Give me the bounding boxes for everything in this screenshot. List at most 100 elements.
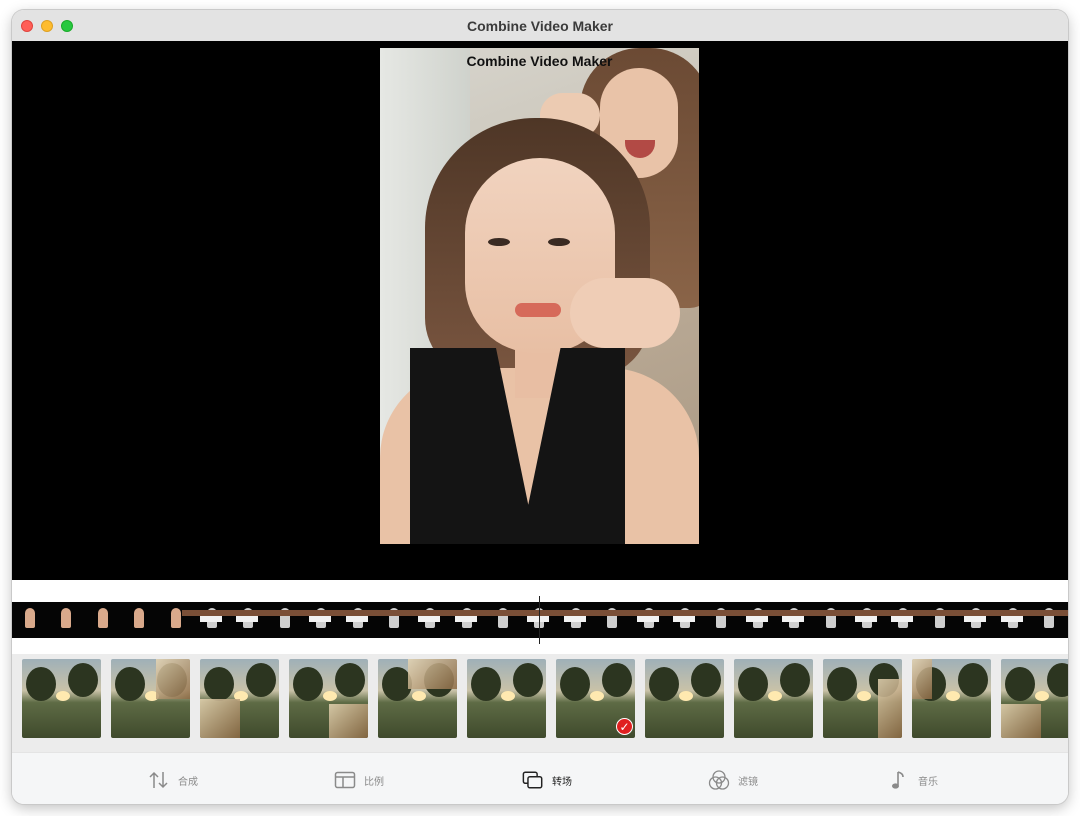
thumbnail-sun bbox=[56, 691, 70, 701]
thumbnail-tree bbox=[293, 667, 323, 701]
thumbnail-sun bbox=[501, 691, 515, 701]
thumbnail-tree bbox=[602, 663, 632, 697]
aspect-ratio-icon bbox=[334, 769, 356, 791]
filmstrip-frame bbox=[485, 602, 521, 638]
filmstrip-frame bbox=[449, 602, 485, 638]
tab-filter[interactable]: 滤镜 bbox=[708, 769, 758, 791]
thumbnail-tree bbox=[246, 663, 276, 697]
transition-thumbnail[interactable] bbox=[734, 659, 813, 738]
preview-video-frame[interactable]: Combine Video Maker bbox=[380, 48, 699, 544]
thumbnail-tree bbox=[115, 667, 145, 701]
thumbnail-tree bbox=[691, 663, 721, 697]
transition-thumbnail[interactable] bbox=[1001, 659, 1068, 738]
frame-figure bbox=[25, 608, 35, 628]
filmstrip-frame bbox=[412, 602, 448, 638]
left-eye bbox=[488, 238, 510, 246]
frame-caption bbox=[236, 616, 259, 622]
transition-thumbnail[interactable] bbox=[467, 659, 546, 738]
transition-effect-overlay bbox=[329, 704, 368, 738]
filmstrip-frame bbox=[922, 602, 958, 638]
main-person-hand bbox=[570, 278, 680, 348]
tab-combine[interactable]: 合成 bbox=[148, 769, 198, 791]
frame-caption bbox=[199, 616, 222, 622]
tab-ratio[interactable]: 比例 bbox=[334, 769, 384, 791]
tab-music-label: 音乐 bbox=[918, 776, 938, 788]
filmstrip-frame bbox=[740, 602, 776, 638]
thumbnail-sun bbox=[946, 691, 960, 701]
thumbnail-tree bbox=[471, 667, 501, 701]
filmstrip-frame bbox=[12, 602, 48, 638]
transition-thumbnail[interactable]: ✓ bbox=[556, 659, 635, 738]
filmstrip-frame bbox=[340, 602, 376, 638]
filmstrip-frame bbox=[85, 602, 121, 638]
transition-thumbnail[interactable] bbox=[111, 659, 190, 738]
thumbnail-sun bbox=[412, 691, 426, 701]
transition-thumbnail[interactable] bbox=[200, 659, 279, 738]
transition-thumbnail[interactable] bbox=[378, 659, 457, 738]
filmstrip-frame bbox=[631, 602, 667, 638]
thumbnail-tree bbox=[204, 667, 234, 701]
filmstrip-frame bbox=[121, 602, 157, 638]
frame-caption bbox=[673, 616, 696, 622]
transition-thumbnail[interactable] bbox=[22, 659, 101, 738]
frame-caption bbox=[854, 616, 877, 622]
filmstrip-frame bbox=[376, 602, 412, 638]
transition-icon bbox=[522, 769, 544, 791]
timeline-audio-band bbox=[182, 610, 1068, 616]
timeline-playhead[interactable] bbox=[539, 596, 540, 644]
filmstrip-frame bbox=[230, 602, 266, 638]
selected-check-icon: ✓ bbox=[616, 718, 633, 735]
title-bar: Combine Video Maker bbox=[12, 10, 1068, 42]
video-preview[interactable]: Combine Video Maker bbox=[12, 41, 1068, 580]
filmstrip-frame bbox=[1031, 602, 1067, 638]
transition-effect-overlay bbox=[1001, 704, 1041, 738]
filmstrip-frame bbox=[813, 602, 849, 638]
thumbnail-sun bbox=[768, 691, 782, 701]
transition-effect-overlay bbox=[912, 659, 932, 699]
thumbnail-tree bbox=[560, 667, 590, 701]
thumbnail-tree bbox=[1005, 667, 1035, 701]
frame-caption bbox=[418, 616, 441, 622]
frame-figure bbox=[170, 608, 181, 628]
transition-effect-overlay bbox=[200, 699, 240, 738]
tab-ratio-label: 比例 bbox=[364, 776, 384, 788]
thumbnail-sun bbox=[323, 691, 337, 701]
filmstrip-frame bbox=[885, 602, 921, 638]
bottom-tab-bar: 合成 比例 转场 滤镜 音乐 bbox=[12, 752, 1068, 804]
tab-combine-label: 合成 bbox=[178, 776, 198, 788]
filmstrip-frame bbox=[303, 602, 339, 638]
thumbnail-tree bbox=[827, 667, 857, 701]
filmstrip-frame bbox=[958, 602, 994, 638]
music-note-icon bbox=[888, 769, 910, 791]
transition-effect-overlay bbox=[878, 679, 902, 738]
filmstrip-frame bbox=[667, 602, 703, 638]
thumbnail-sun bbox=[679, 691, 693, 701]
transition-thumbnail[interactable] bbox=[645, 659, 724, 738]
transition-thumbnail[interactable] bbox=[912, 659, 991, 738]
frame-figure bbox=[61, 608, 72, 628]
filmstrip-frame bbox=[995, 602, 1031, 638]
thumbnail-tree bbox=[649, 667, 679, 701]
filmstrip-frame bbox=[267, 602, 303, 638]
tab-music[interactable]: 音乐 bbox=[888, 769, 938, 791]
lips bbox=[515, 303, 561, 317]
filmstrip-frame bbox=[776, 602, 812, 638]
transition-effect-overlay bbox=[156, 659, 190, 699]
thumbnail-sun bbox=[1035, 691, 1049, 701]
timeline-filmstrip[interactable] bbox=[12, 602, 1068, 638]
timeline[interactable] bbox=[12, 580, 1068, 654]
thumbnail-tree bbox=[738, 667, 768, 701]
frame-caption bbox=[309, 616, 332, 622]
window-title: Combine Video Maker bbox=[466, 18, 613, 34]
transition-effect-overlay bbox=[408, 659, 457, 689]
filmstrip-frame bbox=[594, 602, 630, 638]
filmstrip-frame bbox=[48, 602, 84, 638]
thumbnail-tree bbox=[26, 667, 56, 701]
transition-picker[interactable]: ✓ bbox=[12, 654, 1068, 752]
tab-transition[interactable]: 转场 bbox=[522, 769, 572, 791]
transition-thumbnail[interactable] bbox=[289, 659, 368, 738]
frame-caption bbox=[745, 616, 768, 622]
thumbnail-tree bbox=[780, 663, 810, 697]
tab-transition-label: 转场 bbox=[552, 776, 572, 788]
transition-thumbnail[interactable] bbox=[823, 659, 902, 738]
